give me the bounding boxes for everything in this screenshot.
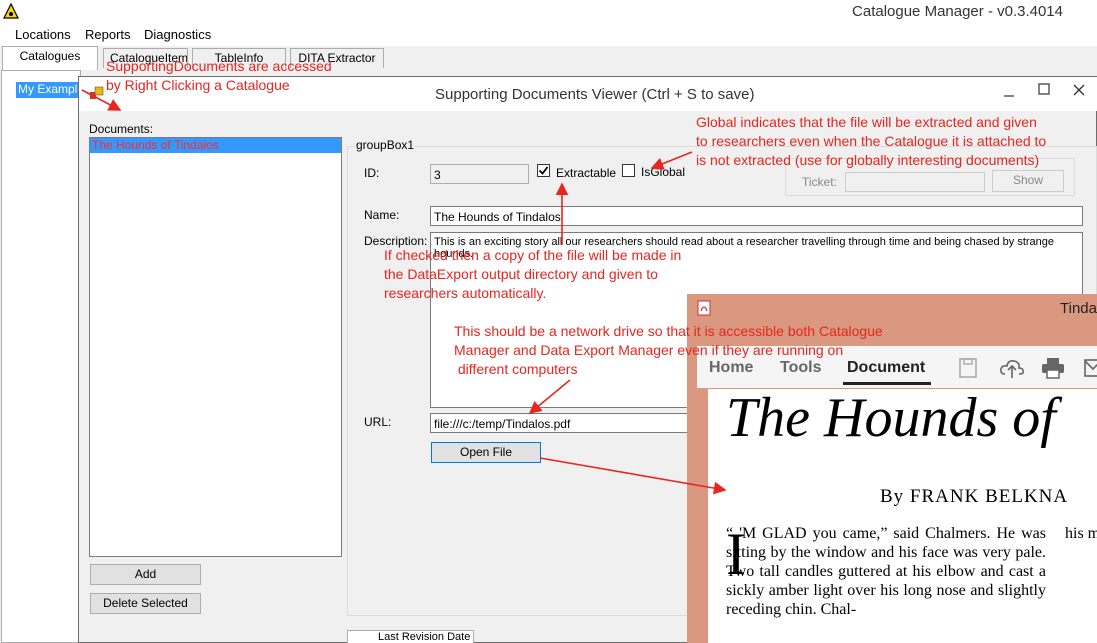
arrow-to-pdf <box>539 457 727 495</box>
annotation-arrows <box>81 89 727 495</box>
arrow-to-isglobal <box>650 151 693 170</box>
arrow-to-catalogue <box>81 89 122 111</box>
arrow-to-url <box>528 379 571 415</box>
